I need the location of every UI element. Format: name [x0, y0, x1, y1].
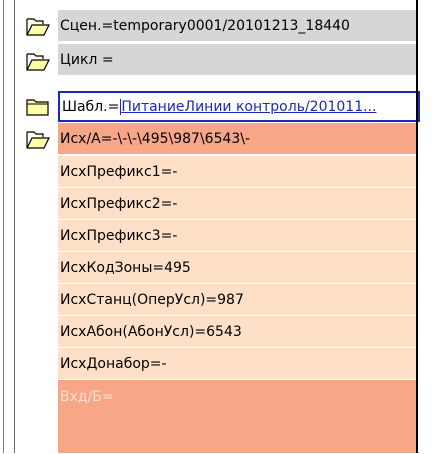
open-folder-icon[interactable]: [26, 51, 50, 71]
tree-leaf-prefix2[interactable]: ИсхПрефикс2=-: [58, 188, 416, 220]
tree-node-template-selected[interactable]: Шабл.= ПитаниеЛинии контроль/201011...: [58, 91, 420, 122]
tree-leaf-zone-code[interactable]: ИсхКодЗоны=495: [58, 252, 416, 284]
tree-leaf-label: ИсхАбон(АбонУсл)=6543: [60, 323, 242, 340]
tree-leaf-subscriber[interactable]: ИсхАбон(АбонУсл)=6543: [58, 316, 416, 348]
tree-node-inbound-b[interactable]: Вхд/Б=: [58, 380, 416, 454]
open-folder-icon[interactable]: [26, 16, 50, 36]
tree-leaf-label: ИсхПрефикс2=-: [60, 195, 178, 212]
tree-leaf-prefix1[interactable]: ИсхПрефикс1=-: [58, 156, 416, 188]
tree-node-scenario[interactable]: Сцен.=temporary0001/20101213_18440: [58, 10, 416, 42]
template-link[interactable]: ПитаниеЛинии контроль/201011...: [121, 99, 376, 115]
tree-connector-line: [14, 0, 15, 453]
tree-node-label: Цикл =: [60, 51, 114, 68]
tree-leaf-prefix3[interactable]: ИсхПрефикс3=-: [58, 220, 416, 252]
closed-folder-icon[interactable]: [26, 96, 50, 116]
tree-node-label: Вхд/Б=: [60, 389, 114, 405]
tree-leaf-extra-dial[interactable]: ИсхДонабор=-: [58, 348, 416, 380]
tree-leaf-label: ИсхДонабор=-: [60, 355, 167, 372]
left-border: [3, 0, 4, 453]
tree-node-label: Исх/А=-\-\-\495\987\6543\-: [60, 130, 251, 147]
tree-leaf-label: ИсхСтанц(ОперУсл)=987: [60, 291, 244, 308]
tree-leaf-label: ИсхКодЗоны=495: [60, 259, 191, 276]
right-border: [416, 0, 418, 453]
tree-leaf-label: ИсхПрефикс1=-: [60, 163, 178, 180]
tree-node-source-a[interactable]: Исх/А=-\-\-\495\987\6543\-: [58, 123, 416, 155]
tree-node-cycle[interactable]: Цикл =: [58, 44, 416, 76]
tree-view: Сцен.=temporary0001/20101213_18440 Цикл …: [0, 0, 432, 454]
tree-leaf-station[interactable]: ИсхСтанц(ОперУсл)=987: [58, 284, 416, 316]
tree-leaf-label: ИсхПрефикс3=-: [60, 227, 178, 244]
template-label: Шабл.=: [62, 98, 122, 115]
tree-node-label: Сцен.=temporary0001/20101213_18440: [60, 17, 350, 34]
open-folder-icon[interactable]: [26, 129, 50, 149]
